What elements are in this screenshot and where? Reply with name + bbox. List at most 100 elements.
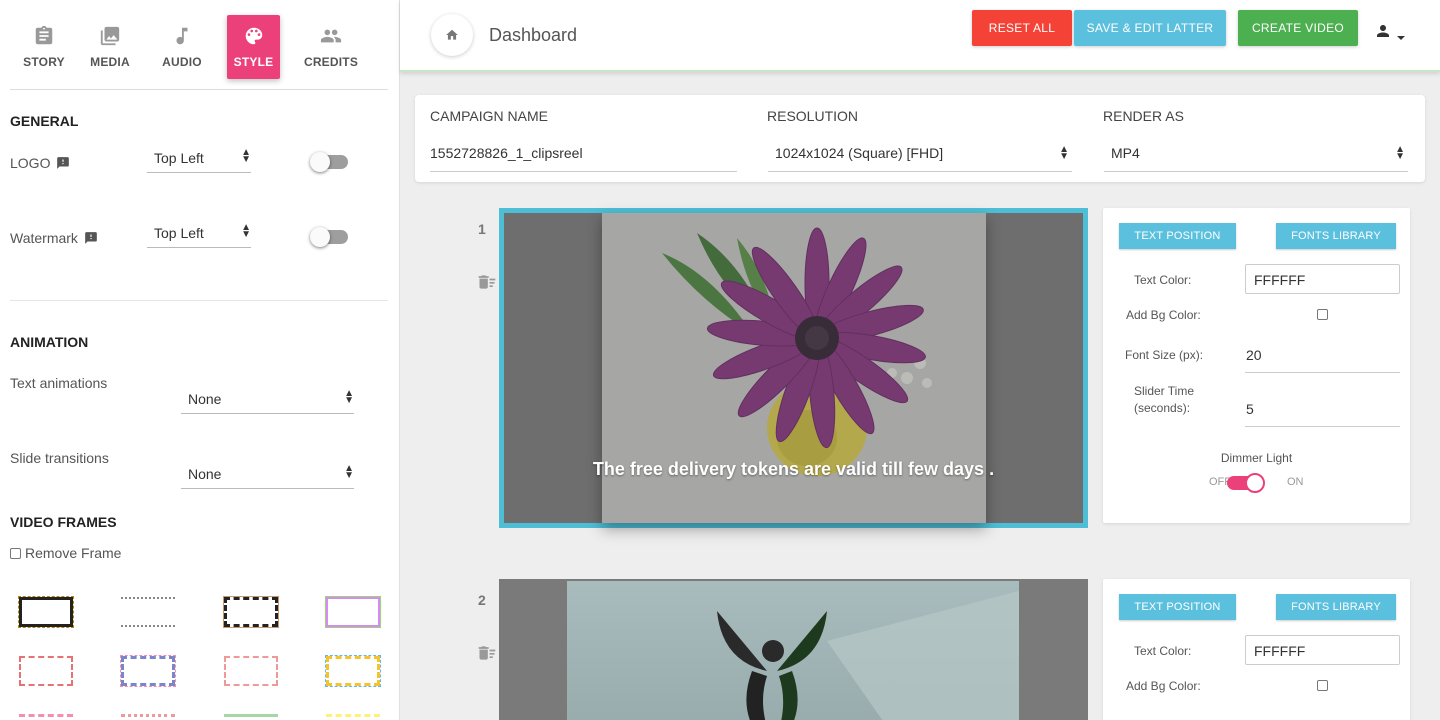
watermark-toggle[interactable] (310, 227, 348, 247)
add-bg-color-checkbox[interactable] (1317, 309, 1328, 320)
text-color-label: Text Color: (1134, 273, 1192, 287)
toggle-knob (310, 227, 330, 247)
home-icon (446, 29, 458, 40)
slide-settings-panel: TEXT POSITION FONTS LIBRARY Text Color: … (1103, 579, 1410, 720)
render-as-select[interactable]: MP4 ▲ ▼ (1104, 145, 1408, 172)
text-position-button[interactable]: TEXT POSITION (1119, 594, 1236, 620)
create-video-button[interactable]: CREATE VIDEO (1238, 10, 1358, 46)
text-color-input[interactable]: FFFFFF (1245, 635, 1400, 665)
frame-option[interactable] (224, 714, 278, 720)
people-icon (320, 29, 342, 43)
render-as-value: MP4 (1111, 145, 1140, 161)
remove-frame-label: Remove Frame (25, 545, 122, 561)
frame-option[interactable] (120, 655, 176, 687)
frame-option[interactable] (18, 596, 74, 628)
tab-audio[interactable]: AUDIO (156, 15, 208, 79)
resolution-label: RESOLUTION (767, 108, 859, 124)
text-animations-value: None (188, 391, 222, 407)
tab-story[interactable]: STORY (18, 15, 70, 79)
info-feedback-icon[interactable] (56, 156, 70, 170)
dimmer-on-label: ON (1287, 476, 1304, 488)
add-bg-color-label: Add Bg Color: (1126, 308, 1201, 322)
delete-sweep-icon (478, 275, 496, 289)
fonts-library-button[interactable]: FONTS LIBRARY (1276, 223, 1396, 249)
tab-audio-label: AUDIO (162, 55, 202, 69)
info-feedback-icon[interactable] (84, 231, 98, 245)
slide-image (567, 581, 1019, 720)
text-position-button[interactable]: TEXT POSITION (1119, 223, 1236, 249)
slide-transitions-select[interactable]: None ▲ ▼ (181, 463, 354, 489)
campaign-name-label: CAMPAIGN NAME (430, 108, 548, 124)
frame-option[interactable] (121, 714, 175, 720)
render-as-label: RENDER AS (1103, 108, 1184, 124)
select-arrows-icon: ▲ ▼ (241, 147, 251, 165)
resolution-value: 1024x1024 (Square) [FHD] (775, 145, 944, 161)
dimmer-light-label: Dimmer Light (1220, 451, 1293, 465)
tab-media[interactable]: MEDIA (84, 15, 136, 79)
home-button[interactable] (431, 14, 473, 56)
logo-toggle[interactable] (310, 152, 348, 172)
slide-transitions-label: Slide transitions (10, 450, 109, 466)
slider-time-unit-label: (seconds): (1134, 401, 1191, 415)
delete-slide-button[interactable] (476, 272, 498, 292)
save-edit-later-button[interactable]: SAVE & EDIT LATTER (1074, 10, 1226, 46)
frame-option[interactable] (325, 655, 381, 687)
tab-style[interactable]: STYLE (227, 15, 280, 79)
clipboard-icon (35, 25, 53, 45)
logo-position-select[interactable]: Top Left ▲ ▼ (147, 147, 251, 173)
logo-label: LOGO (10, 155, 51, 171)
text-animations-label: Text animations (10, 375, 108, 391)
campaign-settings-card: CAMPAIGN NAME 1552728826_1_clipsreel RES… (415, 95, 1425, 182)
watermark-row-label: Watermark (10, 230, 98, 246)
slide-preview[interactable] (499, 579, 1088, 720)
frame-option[interactable] (223, 596, 279, 628)
slide-settings-panel: TEXT POSITION FONTS LIBRARY Text Color: … (1103, 208, 1410, 523)
slide-caption[interactable]: The free delivery tokens are valid till … (504, 459, 1083, 480)
text-color-input[interactable]: FFFFFF (1245, 264, 1400, 294)
slide-preview[interactable]: The free delivery tokens are valid till … (499, 208, 1088, 528)
select-arrows-icon: ▲ ▼ (1395, 144, 1405, 162)
top-bar: Dashboard RESET ALL SAVE & EDIT LATTER C… (400, 0, 1440, 72)
watermark-label: Watermark (10, 230, 78, 246)
frame-option[interactable] (19, 714, 73, 720)
font-size-input[interactable]: 20 (1245, 347, 1400, 373)
dimmer-light-toggle[interactable] (1227, 473, 1265, 493)
tab-style-label: STYLE (233, 55, 274, 69)
frame-option[interactable] (19, 656, 73, 686)
resolution-select[interactable]: 1024x1024 (Square) [FHD] ▲ ▼ (768, 145, 1072, 172)
select-arrows-icon: ▲ ▼ (344, 463, 354, 481)
remove-frame-row[interactable]: Remove Frame (10, 545, 121, 561)
slide-number: 1 (478, 221, 486, 237)
text-animations-select[interactable]: None ▲ ▼ (181, 389, 354, 414)
add-bg-color-label: Add Bg Color: (1126, 679, 1201, 693)
tab-credits[interactable]: CREDITS (302, 15, 360, 79)
add-bg-color-checkbox[interactable] (1317, 680, 1328, 691)
frame-option[interactable] (224, 656, 278, 686)
slider-time-label: Slider Time (1134, 384, 1195, 398)
user-icon (1377, 25, 1389, 37)
frame-option[interactable] (121, 597, 175, 627)
campaign-name-input[interactable]: 1552728826_1_clipsreel (430, 145, 737, 172)
slider-time-input[interactable]: 5 (1245, 401, 1400, 427)
video-frames-section-title: VIDEO FRAMES (10, 514, 117, 530)
user-menu[interactable] (1374, 22, 1405, 40)
frame-option[interactable] (325, 596, 381, 628)
select-arrows-icon: ▲ ▼ (241, 222, 251, 240)
logo-row-label: LOGO (10, 155, 70, 171)
slide-number: 2 (478, 592, 486, 608)
delete-sweep-icon (478, 646, 496, 660)
image-icon (100, 26, 120, 46)
text-color-label: Text Color: (1134, 644, 1192, 658)
frame-option[interactable] (326, 714, 380, 720)
tab-story-label: STORY (23, 55, 65, 69)
sidebar-tabs: STORY MEDIA AUDIO STYLE CREDITS (10, 15, 388, 90)
select-arrows-icon: ▲ ▼ (1059, 144, 1069, 162)
remove-frame-checkbox[interactable] (10, 547, 21, 559)
delete-slide-button[interactable] (476, 643, 498, 663)
fonts-library-button[interactable]: FONTS LIBRARY (1276, 594, 1396, 620)
chevron-down-icon (1397, 36, 1405, 40)
watermark-position-select[interactable]: Top Left ▲ ▼ (147, 222, 251, 248)
reset-all-button[interactable]: RESET ALL (972, 10, 1072, 46)
toggle-knob (1245, 473, 1265, 493)
music-note-icon (176, 27, 188, 45)
